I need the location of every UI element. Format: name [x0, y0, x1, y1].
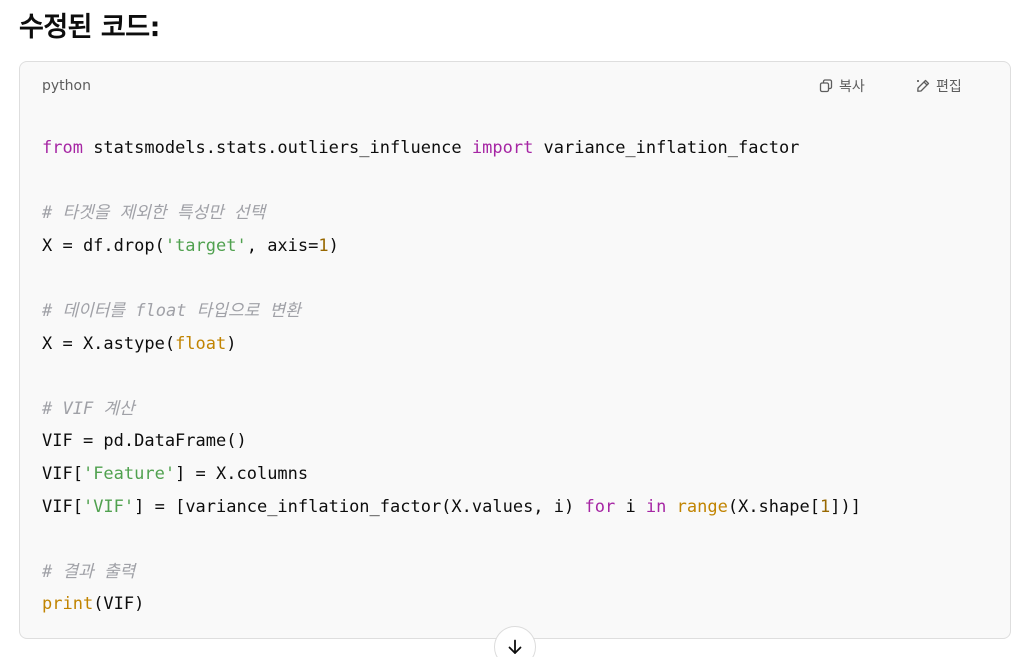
code-token: import — [471, 138, 534, 158]
code-token: # 결과 출력 — [42, 561, 136, 582]
code-line: # VIF 계산 — [42, 393, 861, 426]
code-token: # 데이터를 float 타입으로 변환 — [42, 300, 301, 321]
edit-button-label: 편집 — [936, 79, 962, 95]
code-line: from statsmodels.stats.outliers_influenc… — [42, 132, 861, 165]
code-token: ) — [328, 235, 339, 256]
code-language-label: python — [42, 78, 91, 94]
code-token: 'VIF' — [82, 496, 135, 517]
code-token: for — [584, 496, 616, 517]
code-token: ] = [variance_inflation_factor(X.values,… — [134, 496, 585, 517]
code-line: X = df.drop('target', axis=1) — [42, 230, 861, 263]
code-token: ) — [226, 333, 237, 354]
code-line: print(VIF) — [42, 588, 861, 621]
code-token: range — [676, 496, 728, 517]
code-token: from — [42, 138, 83, 158]
code-token: 'Feature' — [82, 463, 176, 484]
code-token: VIF = pd.DataFrame() — [42, 431, 247, 452]
code-token: variance_inflation_factor — [533, 138, 800, 158]
code-token: (X.shape[ — [727, 496, 820, 517]
code-line: VIF = pd.DataFrame() — [42, 425, 861, 458]
edit-button[interactable]: 편집 — [915, 75, 962, 97]
code-token: ] = X.columns — [175, 463, 309, 484]
copy-icon — [818, 78, 834, 94]
code-token: X = X.astype( — [42, 333, 176, 354]
arrow-down-icon — [506, 638, 524, 656]
code-line: # 결과 출력 — [42, 556, 861, 589]
copy-button[interactable]: 복사 — [818, 75, 865, 97]
code-line: # 데이터를 float 타입으로 변환 — [42, 295, 861, 328]
code-token: # 타겟을 제외한 특성만 선택 — [42, 203, 266, 224]
code-token: 1 — [318, 235, 329, 256]
code-token: , axis= — [246, 235, 319, 256]
code-token: # VIF 계산 — [42, 398, 135, 419]
section-heading: 수정된 코드: — [19, 12, 160, 43]
code-block: python 복사 편집 from statsmodels.stats.outl… — [19, 61, 1011, 639]
code-token: statsmodels.stats.outliers_influence — [82, 138, 472, 158]
code-line: # 타겟을 제외한 특성만 선택 — [42, 197, 861, 230]
code-token: X = df.drop( — [42, 235, 165, 256]
code-line: VIF['Feature'] = X.columns — [42, 458, 861, 491]
code-token: VIF[ — [42, 463, 83, 484]
copy-button-label: 복사 — [839, 79, 865, 95]
code-line: VIF['VIF'] = [variance_inflation_factor(… — [42, 491, 861, 524]
code-token: 1 — [819, 496, 831, 517]
code-token: ])] — [830, 496, 861, 517]
code-token: (VIF) — [93, 594, 145, 615]
code-token: print — [42, 594, 94, 615]
code-token: in — [645, 496, 667, 517]
pencil-icon — [915, 78, 931, 94]
code-block-header: python 복사 편집 — [20, 62, 1010, 112]
code-token: VIF[ — [42, 496, 83, 517]
code-content[interactable]: from statsmodels.stats.outliers_influenc… — [42, 132, 861, 621]
code-token: float — [175, 333, 227, 354]
code-token: i — [615, 496, 646, 517]
code-line: X = X.astype(float) — [42, 328, 861, 361]
code-token: 'target' — [164, 235, 247, 256]
